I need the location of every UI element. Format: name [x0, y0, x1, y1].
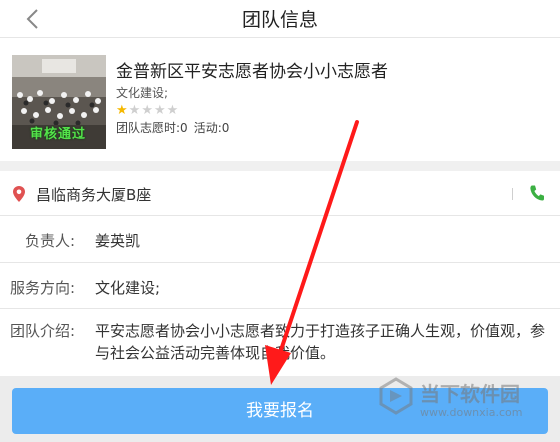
intro-value: 平安志愿者协会小小志愿者致力于打造孩子正确人生观，价值观，参与社会公益活动完善体… — [95, 322, 546, 362]
photo-caption: 审核通过 — [30, 127, 87, 142]
leader-value: 姜英凯 — [95, 232, 141, 250]
star-filled-icon: ★ — [116, 103, 128, 118]
intro-row: 团队介绍: 平安志愿者协会小小志愿者致力于打造孩子正确人生观，价值观，参与社会公… — [0, 309, 560, 375]
team-photo: 审核通过 — [12, 55, 106, 149]
star-empty-icon: ★ — [141, 103, 153, 118]
intro-label: 团队介绍: — [10, 322, 76, 340]
star-rating: ★★★★★ — [116, 99, 179, 118]
map-pin-icon — [13, 186, 25, 202]
join-button[interactable]: 我要报名 — [12, 388, 548, 434]
service-value: 文化建设; — [95, 279, 161, 297]
star-empty-icon: ★ — [166, 103, 179, 118]
phone-icon[interactable] — [529, 184, 545, 202]
page-title: 团队信息 — [241, 9, 318, 31]
team-hours: 团队志愿时:0 — [116, 121, 188, 135]
top-bar: 团队信息 — [0, 0, 560, 38]
star-empty-icon: ★ — [128, 103, 141, 118]
leader-label: 负责人: — [25, 232, 76, 250]
leader-row: 负责人: 姜英凯 — [0, 216, 560, 263]
team-activities: 活动:0 — [193, 121, 230, 135]
team-name: 金普新区平安志愿者协会小小志愿者 — [116, 62, 388, 82]
section-divider — [0, 161, 560, 171]
star-empty-icon: ★ — [153, 103, 166, 118]
divider — [512, 188, 513, 200]
footer-bar: 我要报名 — [0, 376, 560, 442]
service-row: 服务方向: 文化建设; — [0, 263, 560, 309]
address-row[interactable]: 昌临商务大厦B座 — [0, 171, 560, 216]
address-text: 昌临商务大厦B座 — [36, 186, 152, 204]
service-label: 服务方向: — [10, 279, 76, 297]
team-stats: 团队志愿时:0 活动:0 — [116, 119, 235, 136]
team-card: 审核通过 金普新区平安志愿者协会小小志愿者 文化建设; ★★★★★ 团队志愿时:… — [0, 39, 560, 161]
